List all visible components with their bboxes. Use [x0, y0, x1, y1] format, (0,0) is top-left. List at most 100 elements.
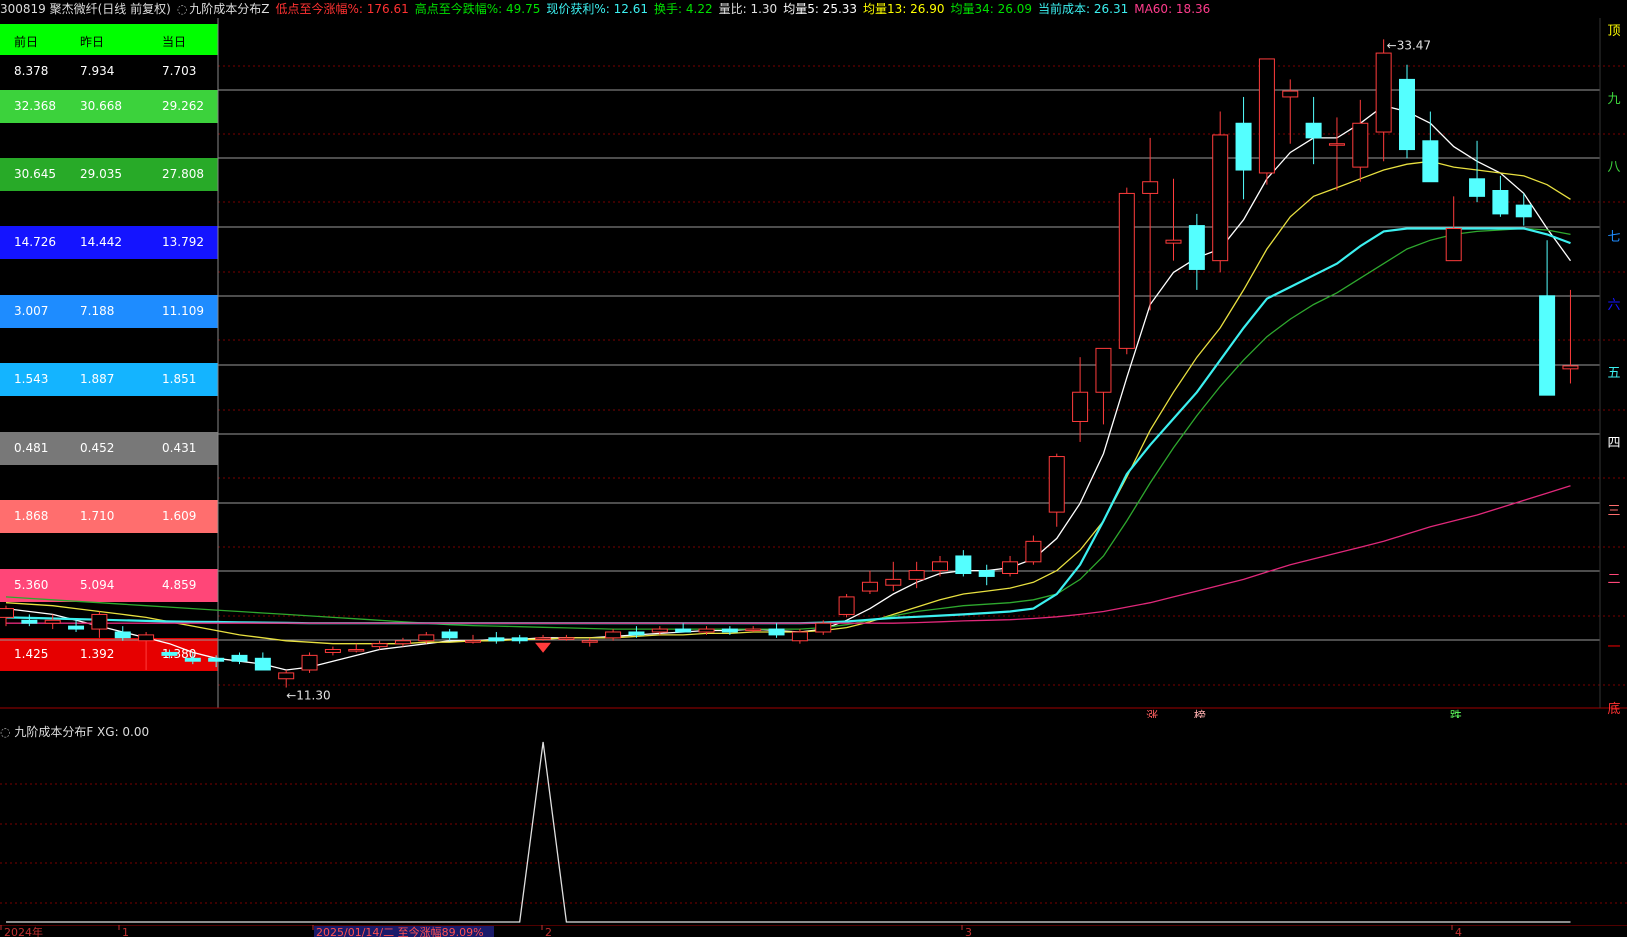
candle-up [1212, 134, 1229, 262]
candle-up [1002, 561, 1019, 575]
indicator-settings-icon[interactable]: ◌ [177, 2, 187, 16]
candle-up [278, 672, 295, 680]
level-label: 七 [1607, 230, 1620, 245]
level-label: 二 [1607, 572, 1620, 587]
candle-down [1235, 122, 1252, 171]
level-label: 三 [1607, 504, 1620, 519]
candle-down [1305, 122, 1322, 139]
main-candlestick-chart: 顶九八七六五四三二一底 ←33.47 ←11.30 涨 榜 跌 [0, 18, 1627, 718]
signal-label-list: 榜 [1194, 708, 1206, 718]
candle-up [1072, 391, 1089, 422]
candle-down [1515, 204, 1532, 218]
candle-up [1165, 239, 1182, 244]
candle-up [558, 637, 575, 640]
signal-label-up: 涨 [1146, 708, 1158, 718]
time-label: 1 [122, 926, 129, 937]
stock-title: 300819 聚杰微纤(日线 前复权) [0, 2, 171, 16]
candle-down [208, 657, 225, 662]
level-label: 底 [1607, 701, 1620, 717]
candle-up [0, 608, 14, 618]
candle-up [465, 640, 481, 643]
candle-up [348, 649, 365, 652]
info-item: 均量34: 26.09 [950, 2, 1033, 16]
candle-up [1118, 192, 1135, 349]
candle-down [184, 657, 201, 662]
candle-up [605, 631, 622, 639]
candle-up [1328, 143, 1345, 146]
candle-up [861, 581, 878, 592]
candle-down [488, 637, 505, 642]
level-label: 顶 [1607, 24, 1620, 39]
candle-up [745, 628, 762, 632]
candle-down [254, 657, 271, 671]
sub-indicator-chart [0, 741, 1627, 923]
candle-up [1445, 228, 1462, 262]
info-item: 均量13: 26.90 [863, 2, 945, 16]
ma-line-均量5 [5, 104, 1572, 671]
candle-up [815, 622, 832, 633]
candle-up [698, 628, 715, 633]
sub-indicator-title: 九阶成本分布F [14, 725, 94, 739]
candle-down [1539, 295, 1556, 396]
candle-up [1562, 365, 1579, 370]
info-item: 换手: 4.22 [654, 2, 713, 16]
candle-down [1469, 178, 1486, 197]
candle-down [114, 631, 131, 639]
candle-up [932, 561, 948, 572]
candle-up [791, 631, 808, 642]
high-price-label: ←33.47 [1387, 38, 1431, 52]
indicator-name: 九阶成本分布Z [189, 2, 270, 16]
low-price-label: ←11.30 [286, 689, 330, 703]
candle-down [511, 637, 528, 642]
info-item: 量比: 1.30 [718, 2, 778, 16]
candle-up [418, 634, 435, 642]
candle-down [441, 631, 458, 639]
sub-indicator-icon[interactable]: ◌ [0, 725, 10, 739]
candle-up [91, 613, 108, 630]
info-item: 均量5: 25.33 [783, 2, 858, 16]
candle-down [1492, 190, 1509, 215]
candle-down [721, 628, 738, 633]
signal-label-down: 跌 [1450, 708, 1462, 718]
time-label: 3 [965, 926, 972, 937]
candle-up [1095, 347, 1112, 393]
level-label: 四 [1607, 436, 1620, 451]
candle-down [1188, 225, 1205, 270]
candle-down [21, 619, 38, 624]
level-label: 八 [1607, 160, 1620, 175]
sub-indicator-value: XG: 0.00 [97, 725, 150, 739]
level-label: 一 [1607, 640, 1620, 655]
info-item: 现价获利%: 12.61 [546, 2, 649, 16]
signal-marker [535, 642, 552, 653]
candle-up [371, 643, 388, 648]
info-item: 低点至今涨幅%: 176.61 [275, 2, 409, 16]
candle-up [581, 640, 598, 643]
candle-up [324, 649, 341, 653]
candle-up [1352, 122, 1369, 168]
candle-up [1025, 540, 1042, 563]
candle-down [978, 570, 995, 577]
candle-up [838, 596, 855, 615]
candle-up [44, 619, 61, 624]
candle-up [908, 570, 925, 580]
time-axis: 2024年 1 2025/01/14/二 至今涨幅89.09% 2 3 4 [0, 925, 1627, 937]
candle-up [1048, 456, 1065, 513]
candle-up [1375, 52, 1392, 133]
level-label: 六 [1607, 298, 1620, 313]
candle-up [535, 637, 552, 640]
time-label: 2024年 [4, 925, 43, 937]
info-item: 高点至今跌幅%: 49.75 [414, 2, 541, 16]
sub-indicator-header: ◌ 九阶成本分布F XG: 0.00 [0, 724, 149, 740]
candle-down [231, 654, 248, 662]
candle-down [628, 631, 645, 636]
time-label: 2025/01/14/二 至今涨幅89.09% [316, 925, 484, 937]
candle-up [1142, 181, 1159, 194]
time-label: 2 [545, 926, 552, 937]
ma-line-均量34 [5, 227, 1571, 630]
candle-up [1258, 58, 1275, 174]
candle-up [1282, 90, 1299, 98]
ma-line-MA60 [6, 485, 1571, 624]
candle-down [1399, 78, 1415, 151]
ma-line-当前成本 [5, 227, 1571, 625]
candle-down [68, 625, 85, 630]
